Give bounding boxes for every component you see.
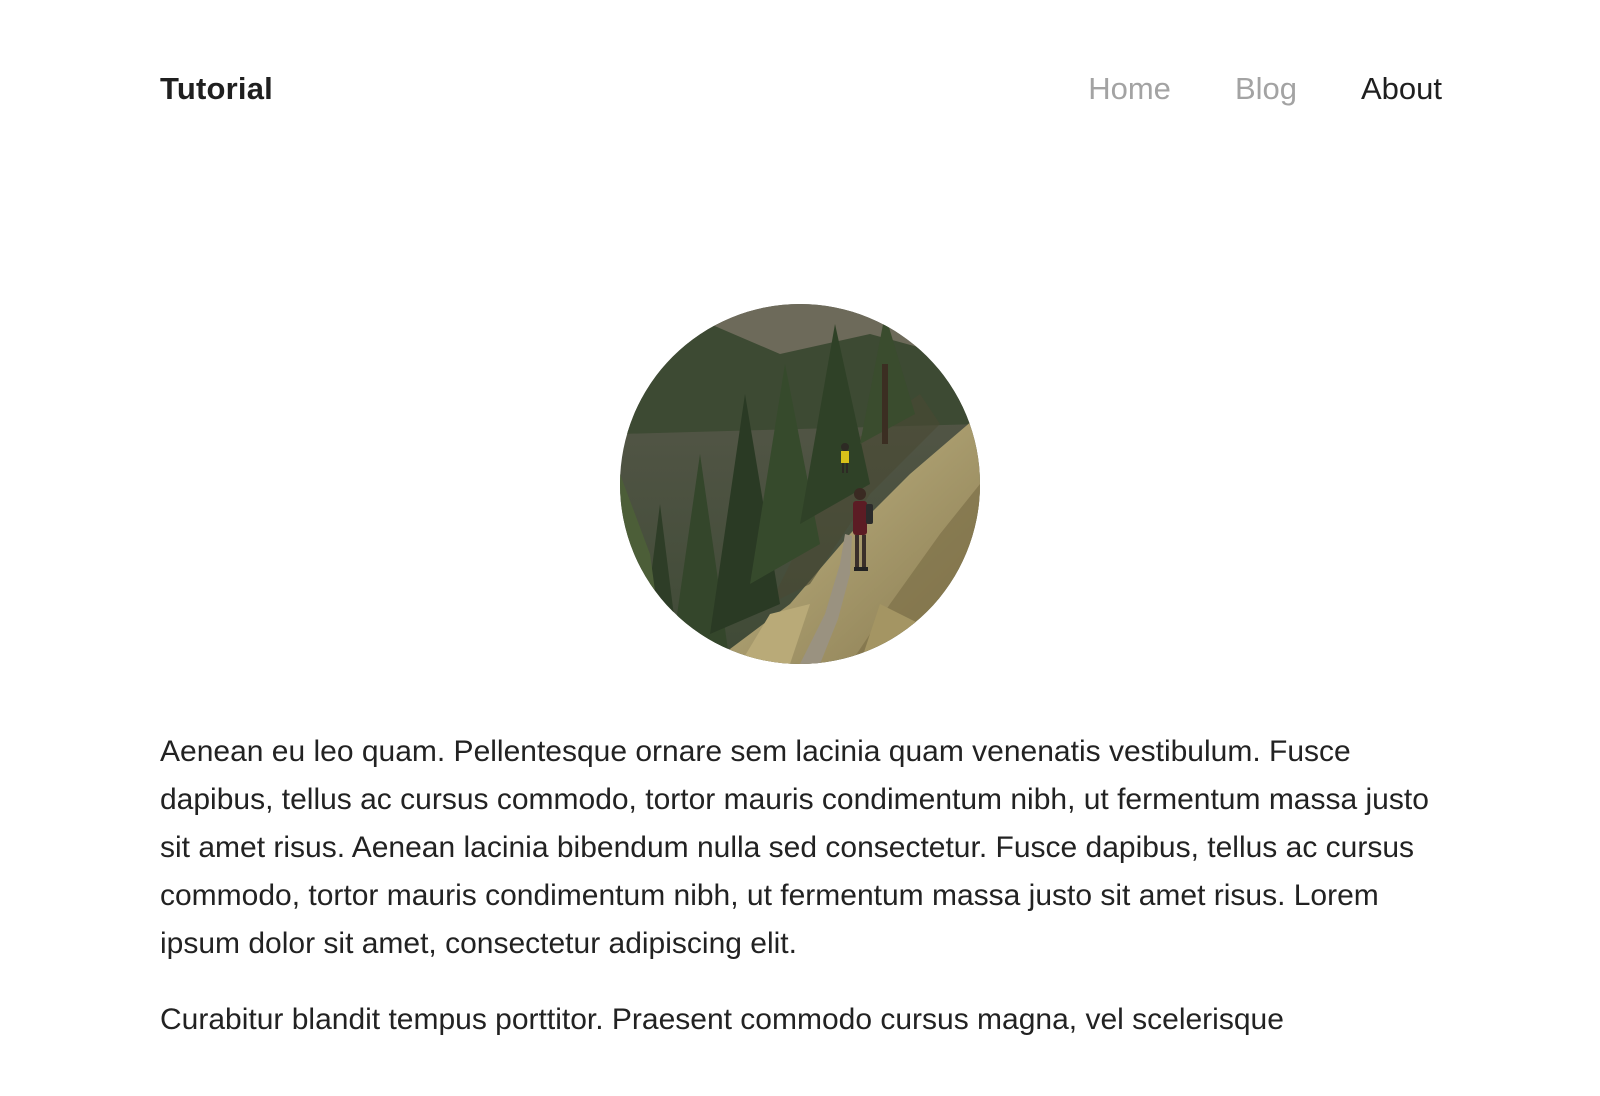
- hiking-photo-image: [620, 304, 980, 664]
- nav-blog-link[interactable]: Blog: [1235, 71, 1297, 107]
- nav-about-link[interactable]: About: [1361, 71, 1442, 107]
- profile-photo: [620, 304, 980, 664]
- site-header: Tutorial Home Blog About: [160, 64, 1442, 114]
- main-nav: Home Blog About: [1024, 71, 1442, 107]
- brand-link[interactable]: Tutorial: [160, 71, 273, 107]
- about-paragraph-2: Curabitur blandit tempus porttitor. Prae…: [160, 1003, 1284, 1036]
- about-paragraph-1: Aenean eu leo quam. Pellentesque ornare …: [160, 735, 1429, 960]
- nav-home-link[interactable]: Home: [1088, 71, 1171, 107]
- page: Tutorial Home Blog About Aenean eu leo q…: [0, 0, 1600, 1096]
- about-content: Aenean eu leo quam. Pellentesque ornare …: [160, 728, 1442, 1072]
